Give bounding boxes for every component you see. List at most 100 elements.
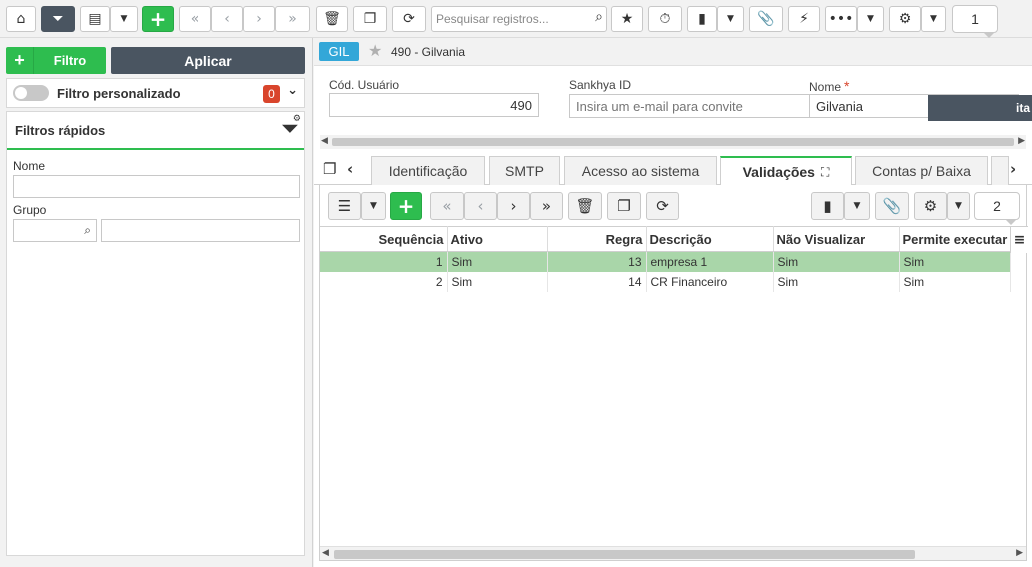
export-dropdown[interactable]: ▼ [717,6,744,32]
cell-permite-executar[interactable]: Sim [899,251,1012,272]
gear-dropdown[interactable]: ▼ [921,6,946,32]
add-filter-button[interactable]: + Filtro [6,47,106,74]
grid-gear-dropdown[interactable]: ▼ [947,192,970,220]
tabs-overview-icon[interactable]: ❐ [323,160,336,178]
grupo-code-input[interactable]: ⌕ [13,219,97,242]
grid-export-icon[interactable]: ▮ [811,192,844,220]
search-icon[interactable]: ⌕ [595,9,603,25]
last-record-icon[interactable]: » [275,6,310,32]
cell-descricao[interactable]: empresa 1 [646,251,774,272]
stopwatch-icon[interactable]: ⏱ [648,6,682,32]
cell-regra[interactable]: 13 [547,251,647,272]
quick-filters-panel: Filtros rápidos ⏷ ⚙ Nome Grupo ⌕ [6,111,305,556]
cell-sequencia[interactable]: 1 [320,251,448,272]
home-icon[interactable]: ⌂ [6,6,36,32]
tab-contas-baixa[interactable]: Contas p/ Baixa [855,156,988,185]
scroll-thumb[interactable] [334,550,915,559]
grid-horizontal-scrollbar[interactable]: ◀ ▶ [320,546,1026,560]
export-icon[interactable]: ▮ [687,6,717,32]
col-ativo[interactable]: Ativo [447,226,548,252]
grid-refresh-icon[interactable]: ⟳ [646,192,679,220]
cell-nao-visualizar[interactable]: Sim [773,251,900,272]
grid-delete-icon[interactable]: 🗑 [568,192,602,220]
grid-gear-icon[interactable]: ⚙ [914,192,947,220]
chevron-down-icon[interactable]: ⌄ [287,83,298,98]
cell-regra[interactable]: 14 [547,271,647,292]
scroll-right-icon[interactable]: ▶ [1018,136,1025,146]
scroll-left-icon[interactable]: ◀ [322,548,329,558]
col-sequencia[interactable]: Sequência [320,226,448,252]
star-icon[interactable]: ★ [611,6,643,32]
next-record-icon[interactable]: › [243,6,275,32]
page-number[interactable]: 1 [952,5,998,38]
lightning-icon[interactable]: ⚡ [788,6,820,32]
grid-next-icon[interactable]: › [497,192,530,220]
tab-validacoes[interactable]: Validações ⛶ [720,156,852,186]
tab-identificacao[interactable]: Identificação [371,156,485,185]
search-icon[interactable]: ⌕ [84,223,91,238]
search-box: ⌕ [431,6,607,32]
search-input[interactable] [432,7,582,31]
tab-smtp[interactable]: SMTP [489,156,560,185]
dark-action-button[interactable]: ita [928,95,1032,121]
more-dropdown[interactable]: ▼ [857,6,884,32]
grid-duplicate-icon[interactable]: ❐ [607,192,641,220]
cod-usuario-field[interactable]: 490 [329,93,539,117]
gear-icon[interactable]: ⚙ [889,6,921,32]
tab-prev-icon[interactable]: ‹ [347,160,353,178]
col-permite-executar[interactable]: Permite executar [899,226,1012,252]
list-view-dropdown[interactable]: ▼ [361,192,386,220]
delete-icon[interactable]: 🗑 [316,6,348,32]
nome-label-text: Nome [809,80,842,94]
add-icon[interactable]: + [142,6,174,32]
column-menu-icon[interactable]: ≡ [1010,226,1028,253]
col-descricao[interactable]: Descrição [646,226,774,252]
form-horizontal-scrollbar[interactable]: ◀ ▶ [320,135,1026,149]
tab-acesso-sistema[interactable]: Acesso ao sistema [564,156,717,185]
filter-icon[interactable]: ⏷ [41,6,75,32]
duplicate-icon[interactable]: ❐ [353,6,387,32]
cell-ativo[interactable]: Sim [447,271,548,292]
tab-overflow[interactable] [991,156,1009,185]
cell-nao-visualizar[interactable]: Sim [773,271,900,292]
scroll-right-icon[interactable]: ▶ [1016,548,1023,558]
scroll-left-icon[interactable]: ◀ [321,136,328,146]
col-regra[interactable]: Regra [547,226,647,252]
grid-view-dropdown[interactable]: ▼ [110,6,138,32]
main-toolbar: ⌂ ⏷ ▤ ▼ + « ‹ › » 🗑 ❐ ⟳ ⌕ ★ ⏱ ▮ ▼ 📎 ⚡ ••… [0,0,1032,38]
prev-record-icon[interactable]: ‹ [211,6,243,32]
attach-icon[interactable]: 📎 [749,6,783,32]
expand-icon[interactable]: ⛶ [821,165,829,180]
scroll-thumb[interactable] [332,138,1014,146]
grid-page-number[interactable]: 2 [974,192,1020,225]
first-record-icon[interactable]: « [179,6,211,32]
grid-prev-icon[interactable]: ‹ [464,192,497,220]
cell-ativo[interactable]: Sim [447,251,548,272]
grid-export-dropdown[interactable]: ▼ [844,192,870,220]
tab-validacoes-label: Validações [742,164,815,180]
grupo-name-input[interactable] [101,219,300,242]
filter-count-badge: 0 [263,85,280,103]
more-icon[interactable]: ••• [825,6,857,32]
cell-sequencia[interactable]: 2 [320,271,448,292]
col-nao-visualizar[interactable]: Não Visualizar [773,226,900,252]
nome-filter-input[interactable] [13,175,300,198]
favorite-star-icon[interactable]: ★ [368,41,382,60]
apply-button[interactable]: Aplicar [111,47,305,74]
add-row-icon[interactable]: + [390,192,422,220]
sankhya-id-label: Sankhya ID [569,78,632,92]
filter-settings-icon[interactable]: ⏷ ⚙ [282,114,301,140]
custom-filter-toggle[interactable] [13,85,49,101]
table-row[interactable]: 1 Sim 13 empresa 1 Sim Sim [320,251,1012,272]
grid-view-icon[interactable]: ▤ [80,6,110,32]
grid-attach-icon[interactable]: 📎 [875,192,909,220]
cell-descricao[interactable]: CR Financeiro [646,271,774,292]
grid-last-icon[interactable]: » [530,192,563,220]
tab-next-icon[interactable]: › [1010,160,1016,178]
record-header: GIL ★ 490 - Gilvania [314,38,1032,66]
table-row[interactable]: 2 Sim 14 CR Financeiro Sim Sim [320,271,1012,292]
cell-permite-executar[interactable]: Sim [899,271,1012,292]
list-view-icon[interactable]: ☰ [328,192,361,220]
refresh-icon[interactable]: ⟳ [392,6,426,32]
grid-first-icon[interactable]: « [430,192,464,220]
